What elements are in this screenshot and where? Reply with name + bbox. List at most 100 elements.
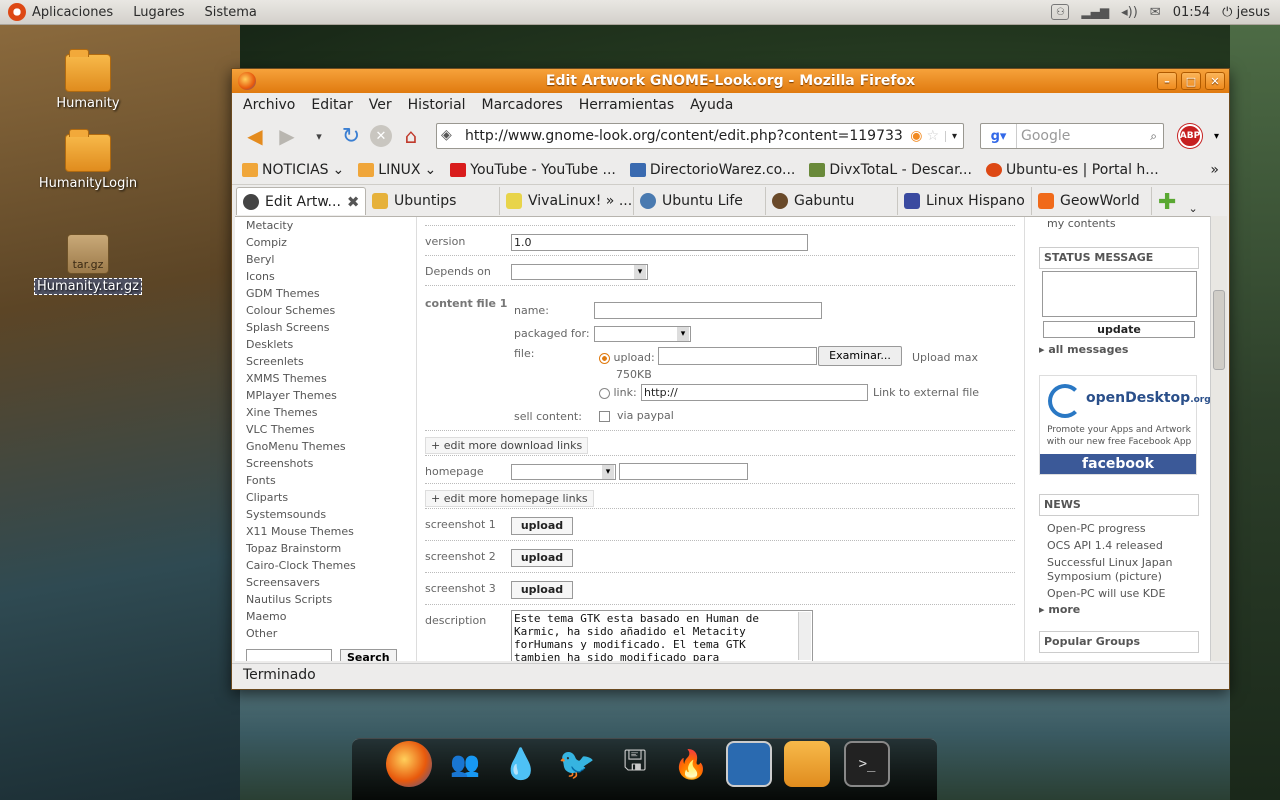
desktop-icon-humanitylogin[interactable]: HumanityLogin <box>33 129 143 191</box>
category-link[interactable]: Colour Schemes <box>246 302 416 319</box>
link-input[interactable]: http:// <box>641 384 868 401</box>
volume-icon[interactable]: ◂)) <box>1121 5 1138 20</box>
upload-option[interactable]: upload: <box>599 351 655 364</box>
menu-aplicaciones[interactable]: Aplicaciones <box>32 5 113 20</box>
news-item[interactable]: OCS API 1.4 released <box>1047 539 1207 553</box>
menu-lugares[interactable]: Lugares <box>133 5 184 20</box>
site-identity-icon[interactable]: ◈ <box>441 127 459 145</box>
category-link[interactable]: VLC Themes <box>246 421 416 438</box>
menu-marcadores[interactable]: Marcadores <box>482 97 563 113</box>
search-input[interactable]: Google <box>1017 128 1150 144</box>
category-link[interactable]: Compiz <box>246 234 416 251</box>
home-folder-icon[interactable] <box>784 741 830 787</box>
file-name-input[interactable] <box>594 302 822 319</box>
bookmark-ubuntu-es[interactable]: Ubuntu-es | Portal h... <box>985 162 1159 178</box>
homepage-input[interactable] <box>619 463 748 480</box>
category-link[interactable]: Other <box>246 625 416 642</box>
category-link[interactable]: Splash Screens <box>246 319 416 336</box>
menu-archivo[interactable]: Archivo <box>243 97 295 113</box>
tab-gabuntu[interactable]: Gabuntu <box>766 187 898 215</box>
category-link[interactable]: Maemo <box>246 608 416 625</box>
back-icon[interactable]: ◀ <box>242 123 268 149</box>
link-option[interactable]: link: <box>599 386 637 399</box>
textarea-scrollbar[interactable] <box>798 612 811 660</box>
news-item[interactable]: Open-PC will use KDE <box>1047 587 1207 601</box>
firefox-icon[interactable] <box>386 741 432 787</box>
depends-select[interactable] <box>511 264 648 280</box>
maximize-button[interactable]: □ <box>1181 72 1201 90</box>
category-link[interactable]: Xine Themes <box>246 404 416 421</box>
category-link[interactable]: MPlayer Themes <box>246 387 416 404</box>
desktop-icon-humanity-tar[interactable]: tar.gz Humanity.tar.gz <box>33 234 143 295</box>
edit-more-download-links[interactable]: + edit more download links <box>425 437 589 454</box>
new-tab-icon[interactable]: ✚ <box>1158 190 1176 215</box>
edit-more-homepage-links[interactable]: + edit more homepage links <box>425 490 594 507</box>
tab-linux-hispano[interactable]: Linux Hispano <box>898 187 1032 215</box>
category-link[interactable]: Nautilus Scripts <box>246 591 416 608</box>
mail-icon[interactable]: ✉ <box>1150 5 1161 20</box>
rss-icon[interactable]: ◉ <box>910 128 922 144</box>
category-link[interactable]: Fonts <box>246 472 416 489</box>
category-link[interactable]: Screensavers <box>246 574 416 591</box>
screenshot-2-upload-button[interactable]: upload <box>511 549 573 567</box>
bookmark-linux[interactable]: LINUX ⌄ <box>358 162 436 178</box>
packaged-select[interactable] <box>594 326 691 342</box>
disk-icon[interactable]: 🖫 <box>612 741 658 787</box>
category-link[interactable]: Beryl <box>246 251 416 268</box>
clock[interactable]: 01:54 <box>1173 5 1210 20</box>
all-messages-link[interactable]: ▸ all messages <box>1039 343 1128 356</box>
category-link[interactable]: Screenshots <box>246 455 416 472</box>
close-button[interactable]: ✕ <box>1205 72 1225 90</box>
sell-checkbox[interactable] <box>599 410 610 422</box>
my-contents-link[interactable]: my contents <box>1047 217 1116 230</box>
menu-sistema[interactable]: Sistema <box>205 5 257 20</box>
category-link[interactable]: Metacity <box>246 217 416 234</box>
category-link[interactable]: Topaz Brainstorm <box>246 540 416 557</box>
tab-ubuntips[interactable]: Ubuntips <box>366 187 500 215</box>
tab-edit-artwork[interactable]: Edit Artw... ✖ <box>236 187 366 215</box>
water-icon[interactable]: 💧 <box>498 741 544 787</box>
close-tab-icon[interactable]: ✖ <box>347 193 360 211</box>
category-link[interactable]: XMMS Themes <box>246 370 416 387</box>
tab-ubuntu-life[interactable]: Ubuntu Life <box>634 187 766 215</box>
bookmark-directoriowarez[interactable]: DirectorioWarez.co... <box>629 162 795 178</box>
update-button[interactable]: update <box>1043 321 1195 338</box>
menu-herramientas[interactable]: Herramientas <box>579 97 674 113</box>
ubuntu-logo-icon[interactable] <box>8 3 26 21</box>
tab-list-icon[interactable]: ⌄ <box>1188 202 1197 215</box>
window-titlebar[interactable]: Edit Artwork GNOME-Look.org - Mozilla Fi… <box>232 69 1229 93</box>
network-tray-icon[interactable]: ⚇ <box>1051 4 1070 20</box>
monitor-icon[interactable] <box>726 741 772 787</box>
category-link[interactable]: Cliparts <box>246 489 416 506</box>
reload-icon[interactable]: ↻ <box>338 123 364 149</box>
bookmark-divxtotal[interactable]: DivxTotaL - Descar... <box>809 162 972 178</box>
category-link[interactable]: Desklets <box>246 336 416 353</box>
upload-file-input[interactable] <box>658 347 817 365</box>
category-link[interactable]: Systemsounds <box>246 506 416 523</box>
menu-ayuda[interactable]: Ayuda <box>690 97 733 113</box>
status-message-input[interactable] <box>1042 271 1197 317</box>
forward-icon[interactable]: ▶ <box>274 123 300 149</box>
opendesktop-facebook-banner[interactable]: openDesktop.org Promote your Apps and Ar… <box>1039 375 1211 475</box>
bookmark-youtube[interactable]: YouTube - YouTube ... <box>450 162 616 178</box>
more-news-link[interactable]: ▸ more <box>1039 603 1080 616</box>
link-radio[interactable] <box>599 387 610 399</box>
category-link[interactable]: GDM Themes <box>246 285 416 302</box>
sidebar-search-button[interactable]: Search <box>340 649 397 661</box>
home-icon[interactable]: ⌂ <box>398 123 424 149</box>
tab-vivalinux[interactable]: VivaLinux! » ... <box>500 187 634 215</box>
minimize-button[interactable]: – <box>1157 72 1177 90</box>
tab-geowworld[interactable]: GeowWorld <box>1032 187 1152 215</box>
scrollbar-thumb[interactable] <box>1213 290 1225 370</box>
adblock-icon[interactable]: ABP <box>1178 124 1202 148</box>
history-dropdown-icon[interactable]: ▾ <box>306 123 332 149</box>
news-item[interactable]: Successful Linux Japan Symposium (pictur… <box>1043 556 1203 584</box>
page-scrollbar[interactable] <box>1210 216 1227 661</box>
url-dropdown-icon[interactable]: ▾ <box>945 130 963 142</box>
paypal-option[interactable]: via paypal <box>599 409 674 422</box>
desktop-icon-humanity[interactable]: Humanity <box>33 49 143 111</box>
adblock-dropdown-icon[interactable]: ▾ <box>1214 131 1219 142</box>
search-icon[interactable]: ⌕ <box>1150 129 1163 144</box>
google-engine-icon[interactable]: g▾ <box>981 124 1017 148</box>
version-input[interactable]: 1.0 <box>511 234 808 251</box>
